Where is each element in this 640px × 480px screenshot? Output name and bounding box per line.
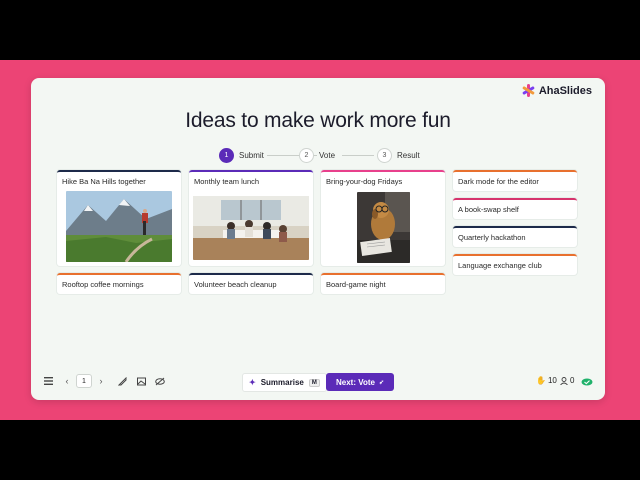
idea-card[interactable]: Hike Ba Na Hills together — [57, 170, 181, 266]
next-label: Next: Vote — [336, 377, 375, 387]
idea-card[interactable]: Monthly team lunch — [189, 170, 313, 266]
step-label: Vote — [319, 151, 336, 160]
step-number: 1 — [219, 148, 234, 163]
step-result[interactable]: 3 Result — [377, 148, 420, 163]
idea-card[interactable]: Bring-your-dog Fridays — [321, 170, 445, 266]
idea-card[interactable]: Volunteer beach cleanup — [189, 273, 313, 294]
chevron-right-icon[interactable]: › — [95, 375, 107, 387]
menu-icon[interactable] — [42, 375, 54, 387]
idea-text: Monthly team lunch — [194, 177, 260, 186]
idea-card[interactable]: Quarterly hackathon — [453, 226, 577, 247]
sparkle-icon: ✦ — [249, 378, 256, 387]
logo-text: AhaSlides — [538, 84, 592, 97]
idea-card[interactable]: Language exchange club — [453, 254, 577, 275]
idea-card[interactable]: Rooftop coffee mornings — [57, 273, 181, 294]
summarise-button[interactable]: ✦ Summarise M — [242, 373, 327, 392]
step-label: Submit — [239, 151, 264, 160]
participants-value: 0 — [570, 376, 575, 385]
idea-text: Dark mode for the editor — [458, 177, 539, 186]
idea-text: Board-game night — [326, 280, 386, 289]
page-number[interactable]: 1 — [76, 374, 92, 388]
bottom-toolbar: ‹ 1 › ✦ Summarise M Next: Vote ➶ ✋ 10 0 — [31, 373, 605, 392]
reactions-value: 10 — [547, 376, 557, 385]
chevron-left-icon[interactable]: ‹ — [61, 375, 73, 387]
idea-text: Rooftop coffee mornings — [62, 280, 144, 289]
mountain-hiker-photo — [66, 191, 172, 262]
idea-text: Bring-your-dog Fridays — [326, 177, 403, 186]
ahaslides-logo-icon — [521, 84, 535, 97]
stepper-divider — [342, 155, 374, 156]
idea-card[interactable]: A book-swap shelf — [453, 198, 577, 219]
slide-card: AhaSlides Ideas to make work more fun 1 … — [31, 78, 605, 400]
step-label: Result — [397, 151, 420, 160]
idea-card[interactable]: Dark mode for the editor — [453, 170, 577, 191]
step-vote[interactable]: 2 Vote — [299, 148, 335, 163]
idea-text: Quarterly hackathon — [458, 233, 526, 242]
next-vote-button[interactable]: Next: Vote ➶ — [326, 373, 394, 391]
cloud-check-icon — [580, 375, 593, 387]
cursor-icon: ➶ — [378, 379, 384, 386]
user-icon — [560, 376, 568, 385]
step-number: 3 — [377, 148, 392, 163]
hide-icon[interactable] — [154, 375, 166, 387]
hand-icon: ✋ — [536, 376, 546, 385]
brush-icon[interactable] — [116, 375, 128, 387]
step-number: 2 — [299, 148, 314, 163]
idea-card[interactable]: Board-game night — [321, 273, 445, 294]
idea-text: Volunteer beach cleanup — [194, 280, 277, 289]
idea-text: A book-swap shelf — [458, 205, 519, 214]
image-icon[interactable] — [135, 375, 147, 387]
team-lunch-photo — [193, 196, 309, 260]
idea-text: Language exchange club — [458, 261, 542, 270]
slide-title: Ideas to make work more fun — [185, 109, 451, 132]
ahaslides-logo: AhaSlides — [521, 84, 592, 97]
dog-reading-photo — [357, 192, 410, 263]
reactions-count[interactable]: ✋ 10 — [536, 376, 557, 385]
step-submit[interactable]: 1 Submit — [219, 148, 264, 163]
stepper: 1 Submit 2 Vote 3 Result — [219, 148, 459, 164]
participants-count[interactable]: 0 — [560, 376, 574, 385]
shortcut-badge: M — [308, 378, 320, 387]
idea-text: Hike Ba Na Hills together — [62, 177, 146, 186]
summarise-label: Summarise — [260, 378, 304, 387]
